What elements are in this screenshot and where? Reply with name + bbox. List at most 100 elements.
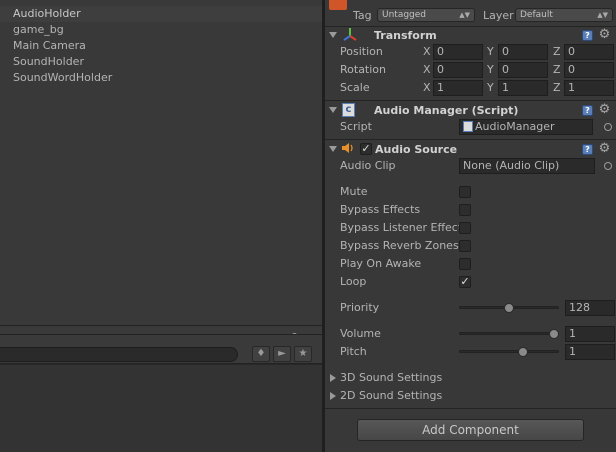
search-input[interactable] <box>0 347 238 362</box>
foldout-arrow-icon[interactable] <box>330 374 336 382</box>
gear-icon[interactable]: ⚙ <box>598 103 611 117</box>
help-icon[interactable]: ? <box>582 105 593 116</box>
bypass-listener-effect-checkbox[interactable] <box>459 222 471 234</box>
project-panel <box>0 364 322 452</box>
bypass-reverb-zones-checkbox[interactable] <box>459 240 471 252</box>
script-icon <box>463 121 473 132</box>
script-icon: c <box>342 103 355 117</box>
bypass-listener-effect-label: Bypass Listener Effect <box>340 221 463 234</box>
axis-z-label: Z <box>553 63 561 76</box>
pitch-slider-track[interactable] <box>459 350 559 353</box>
divider <box>325 139 616 140</box>
priority-value-field[interactable]: 128 <box>565 300 615 316</box>
hierarchy-item[interactable]: AudioHolder <box>0 6 322 22</box>
filter-by-type-icon[interactable]: ♦ <box>252 346 270 362</box>
hierarchy-item[interactable]: SoundHolder <box>0 54 322 70</box>
layer-value: Default <box>520 10 553 20</box>
2d-sound-settings-foldout[interactable]: 2D Sound Settings <box>340 389 442 402</box>
3d-sound-settings-foldout[interactable]: 3D Sound Settings <box>340 371 442 384</box>
gameobject-icon <box>329 0 347 10</box>
speaker-icon <box>342 143 353 153</box>
loop-checkbox[interactable]: ✓ <box>459 276 471 288</box>
gear-icon[interactable]: ⚙ <box>598 28 611 42</box>
script-value: AudioManager <box>475 120 555 133</box>
scale-x-field[interactable]: 1 <box>433 80 483 96</box>
volume-value-field[interactable]: 1 <box>565 326 615 342</box>
hierarchy-panel: AudioHolder game_bg Main Camera SoundHol… <box>0 0 322 325</box>
play-on-awake-checkbox[interactable] <box>459 258 471 270</box>
audio-manager-title[interactable]: Audio Manager (Script) <box>374 104 518 117</box>
volume-label: Volume <box>340 327 381 340</box>
play-on-awake-label: Play On Awake <box>340 257 422 270</box>
bypass-reverb-zones-label: Bypass Reverb Zones <box>340 239 459 252</box>
foldout-arrow-icon[interactable] <box>329 32 337 38</box>
bypass-effects-label: Bypass Effects <box>340 203 421 216</box>
audio-clip-label: Audio Clip <box>340 159 396 172</box>
foldout-arrow-icon[interactable] <box>329 107 337 113</box>
inspector-panel: Tag Untagged ▲▼ Layer Default ▲▼ Transfo… <box>325 0 616 452</box>
divider <box>325 100 616 101</box>
help-icon[interactable]: ? <box>582 30 593 41</box>
foldout-arrow-icon[interactable] <box>329 146 337 152</box>
priority-label: Priority <box>340 301 380 314</box>
tag-value: Untagged <box>382 10 427 20</box>
axis-x-label: X <box>423 45 431 58</box>
position-y-field[interactable]: 0 <box>498 44 548 60</box>
volume-slider-track[interactable] <box>459 332 559 335</box>
mute-label: Mute <box>340 185 368 198</box>
transform-axes-icon <box>343 28 357 41</box>
add-component-button[interactable]: Add Component <box>357 419 584 441</box>
axis-y-label: Y <box>487 63 494 76</box>
rotation-z-field[interactable]: 0 <box>564 62 614 78</box>
bypass-effects-checkbox[interactable] <box>459 204 471 216</box>
divider <box>325 408 616 409</box>
axis-y-label: Y <box>487 81 494 94</box>
script-field[interactable]: AudioManager <box>459 119 593 135</box>
pitch-value-field[interactable]: 1 <box>565 344 615 360</box>
tag-dropdown[interactable]: Untagged ▲▼ <box>377 8 475 22</box>
object-picker-icon[interactable] <box>604 162 612 170</box>
loop-label: Loop <box>340 275 367 288</box>
transform-title[interactable]: Transform <box>374 29 437 42</box>
hierarchy-item[interactable]: SoundWordHolder <box>0 70 322 86</box>
hierarchy-item[interactable]: game_bg <box>0 22 322 38</box>
foldout-arrow-icon[interactable] <box>330 392 336 400</box>
priority-slider-thumb[interactable] <box>504 303 514 313</box>
filter-by-label-icon[interactable]: ► <box>273 346 291 362</box>
position-x-field[interactable]: 0 <box>433 44 483 60</box>
position-label: Position <box>340 45 383 58</box>
scale-z-field[interactable]: 1 <box>564 80 614 96</box>
dropdown-arrow-icon: ▲▼ <box>459 11 470 19</box>
volume-slider-thumb[interactable] <box>549 329 559 339</box>
checkmark-icon: ✓ <box>460 275 470 288</box>
help-icon[interactable]: ? <box>582 144 593 155</box>
rotation-label: Rotation <box>340 63 387 76</box>
axis-x-label: X <box>423 81 431 94</box>
layer-dropdown[interactable]: Default ▲▼ <box>515 8 613 22</box>
checkmark-icon: ✓ <box>361 142 371 155</box>
audio-source-enabled-checkbox[interactable]: ✓ <box>360 143 372 155</box>
favorite-star-icon[interactable]: ★ <box>294 346 312 362</box>
dropdown-arrow-icon: ▲▼ <box>597 11 608 19</box>
axis-z-label: Z <box>553 81 561 94</box>
axis-z-label: Z <box>553 45 561 58</box>
audio-clip-field[interactable]: None (Audio Clip) <box>459 158 595 174</box>
scale-label: Scale <box>340 81 370 94</box>
audio-source-title[interactable]: Audio Source <box>375 143 457 156</box>
scale-y-field[interactable]: 1 <box>498 80 548 96</box>
object-picker-icon[interactable] <box>604 123 612 131</box>
axis-x-label: X <box>423 63 431 76</box>
gear-icon[interactable]: ⚙ <box>598 142 611 156</box>
hierarchy-item[interactable]: Main Camera <box>0 38 322 54</box>
script-label: Script <box>340 120 372 133</box>
rotation-y-field[interactable]: 0 <box>498 62 548 78</box>
mute-checkbox[interactable] <box>459 186 471 198</box>
axis-y-label: Y <box>487 45 494 58</box>
pitch-slider-thumb[interactable] <box>518 347 529 357</box>
tag-label: Tag <box>353 9 372 22</box>
position-z-field[interactable]: 0 <box>564 44 614 60</box>
layer-label: Layer <box>483 9 514 22</box>
divider <box>325 26 616 27</box>
pitch-label: Pitch <box>340 345 367 358</box>
rotation-x-field[interactable]: 0 <box>433 62 483 78</box>
